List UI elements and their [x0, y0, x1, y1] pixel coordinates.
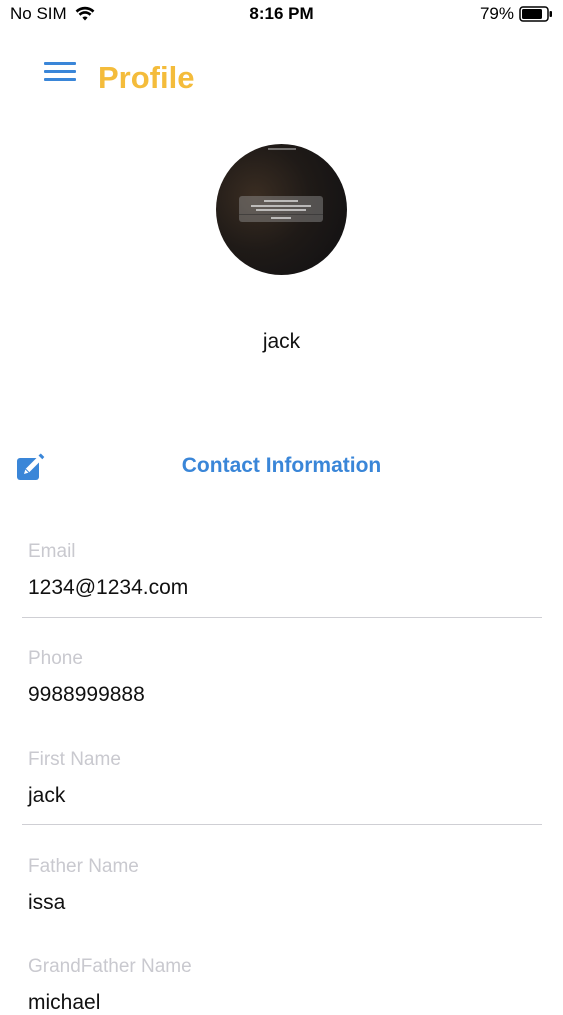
field-value: 1234@1234.com: [28, 576, 189, 599]
status-right: 79%: [480, 4, 553, 24]
menu-line: [44, 78, 76, 81]
avatar-detail: [251, 205, 311, 207]
avatar-detail: [268, 148, 296, 150]
avatar-detail: [239, 214, 323, 215]
field-value: issa: [28, 891, 66, 914]
field-value: 9988999888: [28, 683, 145, 706]
avatar[interactable]: [216, 144, 347, 275]
first-name-field[interactable]: First Name jack: [22, 749, 542, 827]
battery-percent: 79%: [479, 4, 514, 23]
field-divider: [22, 617, 542, 618]
field-label: Email: [28, 541, 76, 562]
field-divider: [22, 824, 542, 825]
menu-line: [44, 70, 76, 73]
field-value: jack: [28, 784, 66, 807]
menu-line: [44, 62, 76, 65]
status-time: 8:16 PM: [249, 4, 314, 23]
father-name-field[interactable]: Father Name issa: [22, 856, 542, 926]
avatar-detail: [264, 200, 298, 202]
field-label: First Name: [28, 749, 121, 770]
grandfather-name-field[interactable]: GrandFather Name michael: [22, 956, 542, 1014]
field-label: GrandFather Name: [28, 956, 192, 977]
avatar-detail: [271, 217, 291, 219]
section-title: Contact Information: [181, 454, 382, 477]
avatar-detail: [239, 196, 323, 222]
field-label: Phone: [28, 648, 83, 669]
email-field[interactable]: Email 1234@1234.com: [22, 541, 542, 619]
user-name: jack: [262, 330, 301, 353]
page-title: Profile: [98, 60, 195, 95]
status-bar: No SIM 8:16 PM 79%: [0, 0, 563, 30]
avatar-detail: [256, 209, 306, 211]
phone-field[interactable]: Phone 9988999888: [22, 648, 542, 718]
hamburger-menu-icon[interactable]: [44, 62, 78, 84]
battery-icon: [519, 6, 552, 22]
field-value: michael: [28, 991, 101, 1014]
field-label: Father Name: [28, 856, 139, 877]
